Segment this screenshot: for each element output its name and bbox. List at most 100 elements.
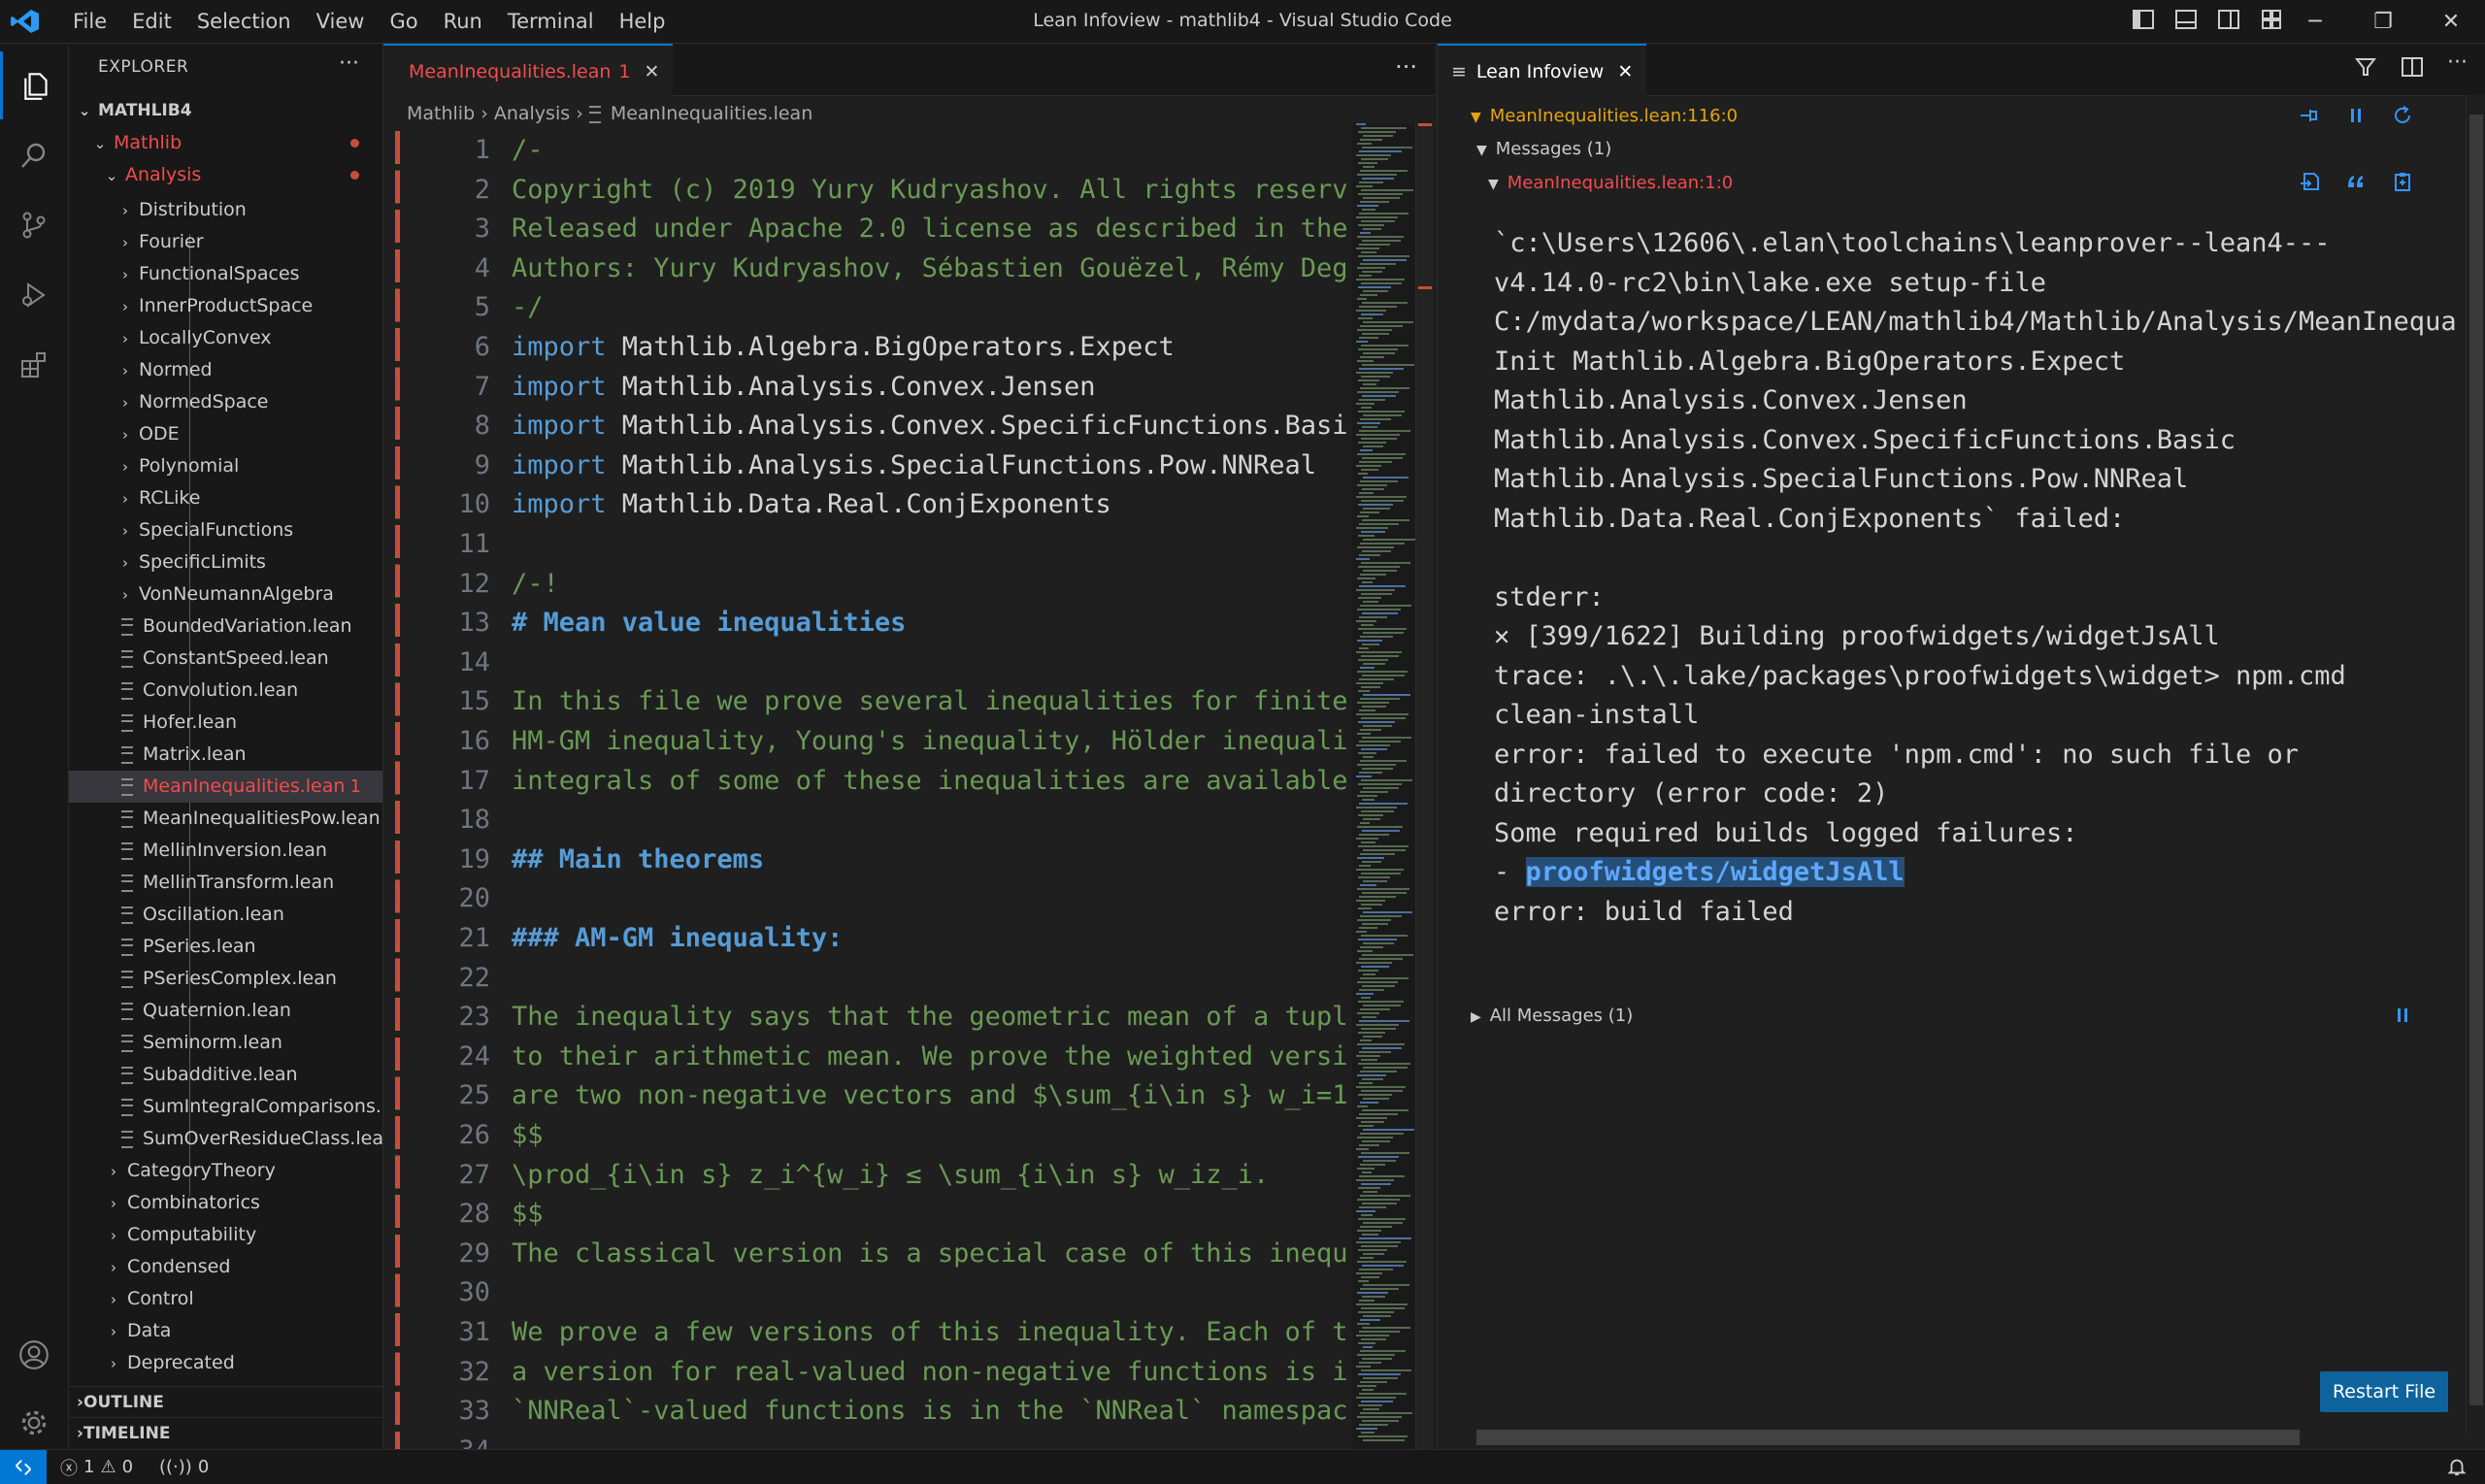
file-row[interactable]: SumOverResidueClass.lean (69, 1123, 382, 1155)
split-editor-icon[interactable] (2401, 55, 2426, 81)
menu-file[interactable]: File (60, 10, 119, 33)
outline-section[interactable]: ›OUTLINE (69, 1386, 382, 1419)
search-icon[interactable] (0, 121, 68, 189)
more-actions-icon[interactable]: ··· (1395, 53, 1417, 81)
file-row[interactable]: PSeries.lean (69, 931, 382, 963)
accounts-icon[interactable] (0, 1321, 68, 1389)
file-row[interactable]: BoundedVariation.lean (69, 610, 382, 643)
minimize-icon[interactable]: ─ (2281, 0, 2349, 43)
file-row[interactable]: MellinTransform.lean (69, 867, 382, 899)
filter-icon[interactable] (2354, 55, 2379, 81)
workspace-root[interactable]: ⌄ MATHLIB4 (69, 95, 382, 127)
breadcrumb-item[interactable]: Analysis (494, 103, 570, 124)
folder-row[interactable]: › Distribution (69, 194, 382, 226)
run-debug-icon[interactable] (0, 261, 68, 329)
folder-row[interactable]: › Data (69, 1315, 382, 1347)
folder-row[interactable]: › CategoryTheory (69, 1155, 382, 1187)
close-tab-icon[interactable]: ✕ (1617, 61, 1633, 82)
breadcrumb-item[interactable]: MeanInequalities.lean (611, 103, 812, 124)
file-row[interactable]: Hofer.lean (69, 707, 382, 739)
infoview-horizontal-scrollbar[interactable] (1461, 1428, 2441, 1445)
folder-row[interactable]: › NormedSpace (69, 386, 382, 418)
folder-row[interactable]: › Condensed (69, 1251, 382, 1283)
infoview-vertical-scrollbar[interactable] (2466, 95, 2485, 1435)
toggle-panel-icon[interactable] (2174, 8, 2198, 31)
folder-row[interactable]: › Combinatorics (69, 1187, 382, 1219)
ports-status[interactable]: ((·)) 0 (159, 1450, 209, 1484)
more-actions-icon[interactable]: ··· (2447, 52, 2472, 81)
restart-file-button[interactable]: Restart File (2320, 1371, 2448, 1412)
menu-run[interactable]: Run (431, 10, 495, 33)
folder-row[interactable]: › Polynomial (69, 450, 382, 482)
menu-go[interactable]: Go (377, 10, 430, 33)
source-control-icon[interactable] (0, 191, 68, 259)
menu-view[interactable]: View (304, 10, 378, 33)
folder-row[interactable]: › Normed (69, 354, 382, 386)
copy-to-clipboard-icon[interactable] (2391, 170, 2416, 195)
more-actions-icon[interactable]: ··· (339, 51, 359, 76)
cursor-location-header[interactable]: ▼ MeanInequalities.lean:116:0 (1471, 106, 1738, 126)
menu-terminal[interactable]: Terminal (495, 10, 607, 33)
folder-row[interactable]: › Fourier (69, 226, 382, 258)
file-row[interactable]: PSeriesComplex.lean (69, 963, 382, 995)
folder-row[interactable]: › FunctionalSpaces (69, 258, 382, 290)
pause-icon[interactable] (2344, 104, 2369, 129)
pin-icon[interactable] (2297, 104, 2322, 129)
folder-row[interactable]: › ODE (69, 418, 382, 450)
settings-gear-icon[interactable] (0, 1389, 68, 1457)
editor-scrollbar[interactable] (1415, 123, 1434, 1449)
remote-indicator-icon[interactable] (0, 1450, 47, 1484)
selected-text[interactable]: proofwidgets/widgetJsAll (1525, 857, 1905, 887)
problems-status[interactable]: ⓧ 1 ⚠ 0 (60, 1450, 133, 1484)
folder-row[interactable]: › SpecialFunctions (69, 514, 382, 546)
file-row[interactable]: SumIntegralComparisons.l... (69, 1091, 382, 1123)
file-row[interactable]: Matrix.lean (69, 739, 382, 771)
folder-row[interactable]: › SpecificLimits (69, 546, 382, 578)
notifications-bell-icon[interactable] (2446, 1456, 2468, 1482)
minimap[interactable] (1352, 123, 1415, 1449)
folder-row[interactable]: › RCLike (69, 482, 382, 514)
folder-row[interactable]: › Deprecated (69, 1347, 382, 1379)
toggle-secondary-sidebar-icon[interactable] (2217, 8, 2240, 31)
file-row-selected[interactable]: MeanInequalities.lean 1 (69, 771, 382, 803)
file-row[interactable]: MellinInversion.lean (69, 835, 382, 867)
folder-row[interactable]: › Computability (69, 1219, 382, 1251)
file-row[interactable]: Subadditive.lean (69, 1059, 382, 1091)
pause-icon[interactable] (2391, 1004, 2416, 1029)
minimap-line (1358, 131, 1396, 133)
message-location[interactable]: ▼ MeanInequalities.lean:1:0 (1488, 173, 1733, 193)
file-row[interactable]: Quaternion.lean (69, 995, 382, 1027)
quote-icon[interactable] (2344, 170, 2369, 195)
close-window-icon[interactable]: ✕ (2417, 0, 2485, 43)
tab-lean-infoview[interactable]: ≡ Lean Infoview ✕ (1438, 44, 1647, 97)
folder-row[interactable]: › LocallyConvex (69, 322, 382, 354)
file-row[interactable]: MeanInequalitiesPow.lean (69, 803, 382, 835)
file-row[interactable]: Seminorm.lean (69, 1027, 382, 1059)
extensions-icon[interactable] (0, 331, 68, 399)
close-tab-icon[interactable]: ✕ (645, 61, 660, 82)
file-row[interactable]: Oscillation.lean (69, 899, 382, 931)
messages-header[interactable]: ▼ Messages (1) (1476, 139, 1611, 159)
minimap-line (1360, 946, 1383, 948)
folder-analysis[interactable]: ⌄ Analysis (69, 159, 382, 191)
file-row[interactable]: Convolution.lean (69, 675, 382, 707)
folder-row[interactable]: › Control (69, 1283, 382, 1315)
file-row[interactable]: ConstantSpeed.lean (69, 643, 382, 675)
explorer-icon[interactable] (0, 51, 71, 119)
breadcrumb-item[interactable]: Mathlib (407, 103, 475, 124)
folder-row[interactable]: › InnerProductSpace (69, 290, 382, 322)
tab-meaninequalities[interactable]: MeanInequalities.lean 1 ✕ (383, 44, 673, 97)
code-area[interactable]: /- Copyright (c) 2019 Yury Kudryashov. Al… (512, 131, 1346, 1449)
menu-help[interactable]: Help (607, 10, 679, 33)
customize-layout-icon[interactable] (2260, 8, 2283, 31)
menu-edit[interactable]: Edit (119, 10, 184, 33)
folder-row[interactable]: › VonNeumannAlgebra (69, 578, 382, 610)
menu-selection[interactable]: Selection (184, 10, 304, 33)
all-messages-header[interactable]: ▶ All Messages (1) (1471, 1006, 1633, 1026)
timeline-section[interactable]: ›TIMELINE (69, 1417, 382, 1449)
toggle-primary-sidebar-icon[interactable] (2132, 8, 2155, 31)
go-to-location-icon[interactable] (2299, 170, 2324, 195)
restore-icon[interactable]: ❐ (2349, 0, 2417, 43)
refresh-icon[interactable] (2391, 104, 2416, 129)
folder-mathlib[interactable]: ⌄ Mathlib (69, 127, 382, 159)
